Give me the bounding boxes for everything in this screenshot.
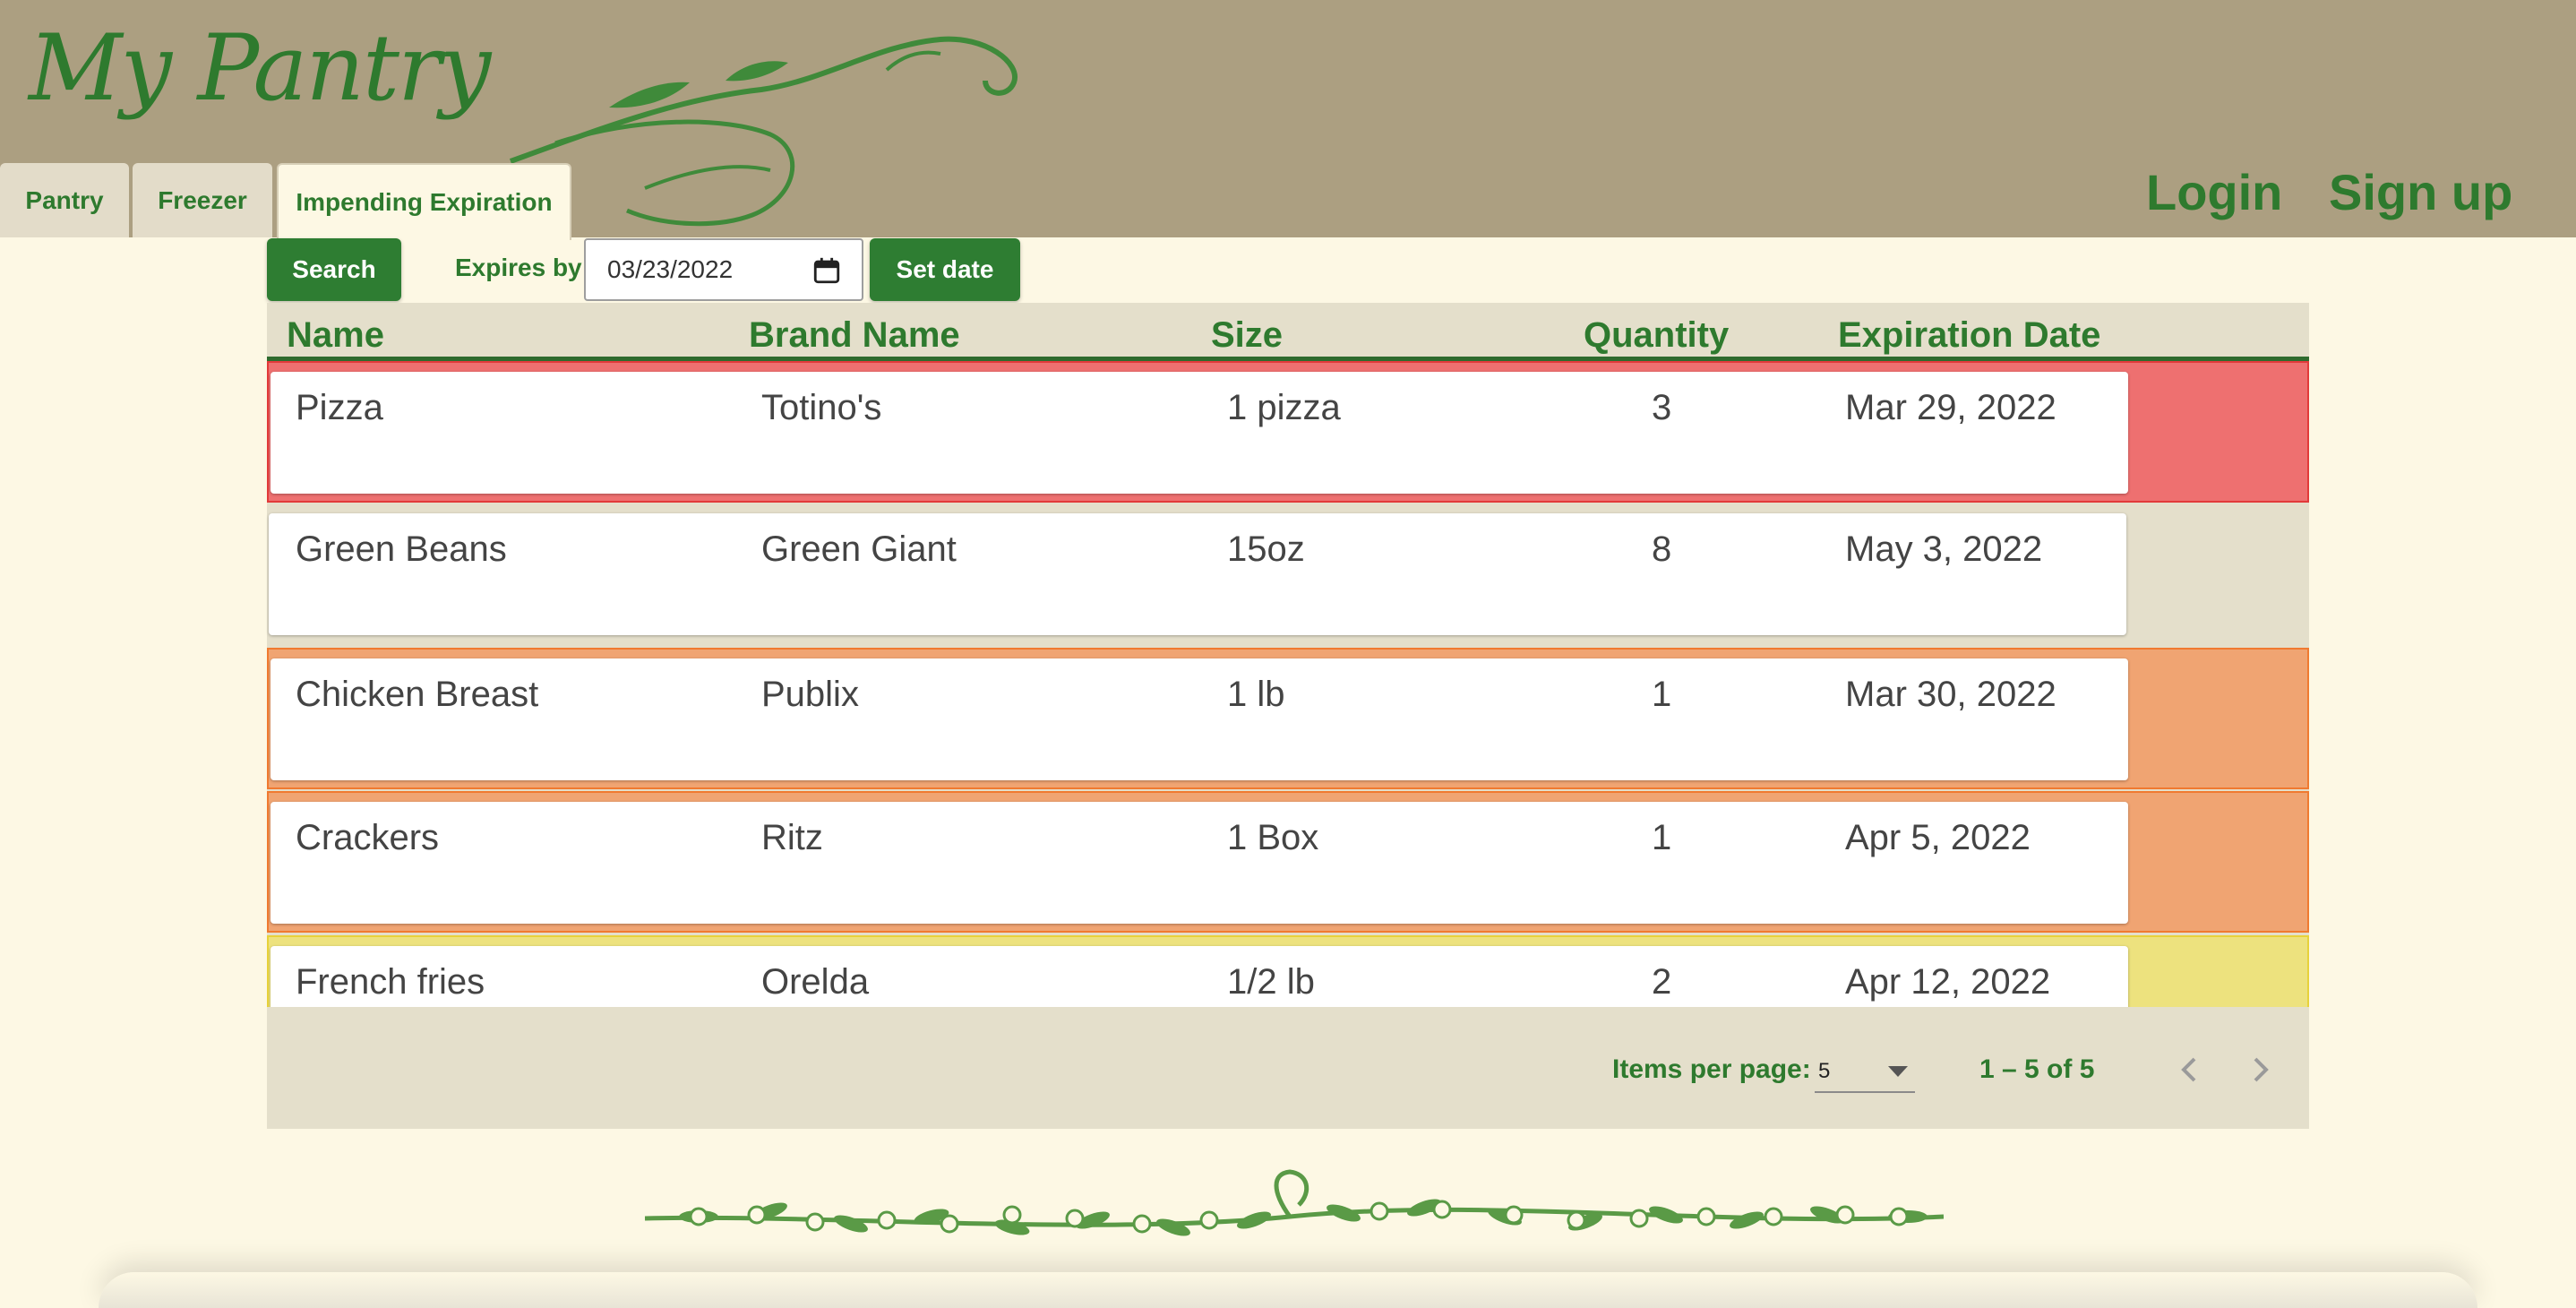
cell-expiration: May 3, 2022	[1845, 529, 2043, 569]
column-header-size[interactable]: Size	[1211, 315, 1283, 356]
cell-quantity: 3	[1652, 388, 1672, 427]
cell-brand: Publix	[761, 675, 859, 714]
column-header-name[interactable]: Name	[287, 315, 384, 356]
items-per-page-label: Items per page:	[1612, 1054, 1811, 1084]
tab-pantry[interactable]: Pantry	[0, 163, 129, 237]
cell-size: 1/2 lb	[1227, 962, 1315, 1002]
vine-decoration	[645, 1169, 1944, 1236]
cell-name: Crackers	[296, 818, 440, 857]
cell-size: 1 pizza	[1227, 388, 1341, 427]
cell-expiration: Apr 5, 2022	[1845, 818, 2031, 857]
calendar-icon[interactable]	[811, 255, 842, 286]
set-date-button[interactable]: Set date	[870, 238, 1020, 301]
cell-name: Green Beans	[296, 529, 507, 569]
signup-link[interactable]: Sign up	[2329, 163, 2512, 221]
expires-date-input[interactable]: 03/23/2022	[584, 238, 863, 301]
login-link[interactable]: Login	[2146, 163, 2282, 221]
tab-pantry-label: Pantry	[25, 185, 104, 214]
cell-size: 1 lb	[1227, 675, 1285, 714]
tab-impending-expiration[interactable]: Impending Expiration	[277, 163, 571, 240]
range-label: 1 – 5 of 5	[1979, 1054, 2095, 1084]
table-row[interactable]: Chicken Breast Publix 1 lb 1 Mar 30, 202…	[267, 648, 2309, 789]
cell-name: French fries	[296, 962, 485, 1002]
tab-freezer-label: Freezer	[158, 185, 247, 214]
cell-quantity: 1	[1652, 818, 1672, 857]
column-header-quantity[interactable]: Quantity	[1584, 315, 1729, 356]
table-scroll-clip: French fries Orelda 1/2 lb 2 Apr 12, 202…	[267, 935, 2309, 1007]
cell-expiration: Mar 30, 2022	[1845, 675, 2057, 714]
expires-date-value: 03/23/2022	[607, 255, 734, 283]
cell-size: 15oz	[1227, 529, 1305, 569]
column-header-expiration[interactable]: Expiration Date	[1838, 315, 2100, 356]
cell-size: 1 Box	[1227, 818, 1319, 857]
cell-name: Chicken Breast	[296, 675, 539, 714]
cell-brand: Orelda	[761, 962, 870, 1002]
items-per-page-value: 5	[1818, 1059, 1831, 1083]
cell-brand: Totino's	[761, 388, 882, 427]
cell-expiration: Mar 29, 2022	[1845, 388, 2057, 427]
expires-by-label: Expires by:	[455, 254, 590, 281]
swirl-decoration	[509, 36, 1018, 227]
cell-brand: Ritz	[761, 818, 823, 857]
table-row[interactable]: French fries Orelda 1/2 lb 2 Apr 12, 202…	[267, 935, 2309, 1007]
cell-quantity: 8	[1652, 529, 1672, 569]
cell-name: Pizza	[296, 388, 383, 427]
table-row[interactable]: Crackers Ritz 1 Box 1 Apr 5, 2022	[267, 791, 2309, 933]
tab-impending-expiration-label: Impending Expiration	[296, 188, 553, 216]
cell-quantity: 1	[1652, 675, 1672, 714]
previous-page-icon[interactable]	[2171, 1048, 2207, 1091]
next-page-icon[interactable]	[2243, 1048, 2279, 1091]
dropdown-arrow-icon	[1888, 1066, 1908, 1077]
table-row[interactable]: Pizza Totino's 1 pizza 3 Mar 29, 2022	[267, 361, 2309, 503]
search-button[interactable]: Search	[267, 238, 401, 301]
app-title: My Pantry	[29, 15, 491, 122]
app-header: My Pantry Pantry Freezer Impending Expir…	[0, 0, 2576, 240]
items-per-page-select[interactable]: 5	[1815, 1052, 1915, 1093]
footer-panel	[99, 1272, 2477, 1308]
table-row[interactable]: Green Beans Green Giant 15oz 8 May 3, 20…	[267, 504, 2309, 646]
cell-brand: Green Giant	[761, 529, 957, 569]
tab-freezer[interactable]: Freezer	[133, 163, 272, 237]
cell-quantity: 2	[1652, 962, 1672, 1002]
cell-expiration: Apr 12, 2022	[1845, 962, 2051, 1002]
column-header-brand[interactable]: Brand Name	[749, 315, 960, 356]
